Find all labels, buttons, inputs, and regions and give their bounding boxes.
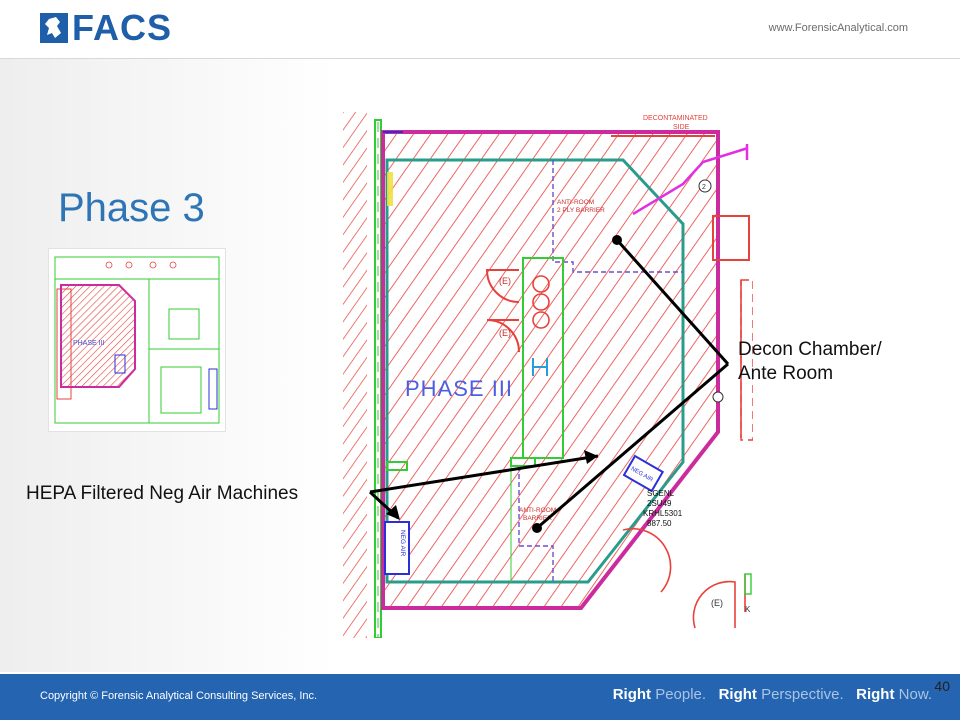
marker-k: K xyxy=(745,605,751,614)
anti-room-lower-label-2: BARRIER xyxy=(523,515,552,522)
exterior-wall-hatch xyxy=(343,112,367,638)
decon-callout-line1: Decon Chamber/ xyxy=(738,339,882,360)
tagline-right-1: Right xyxy=(612,686,652,703)
anti-room-label-1: ANTI-ROOM xyxy=(557,199,594,206)
neg-air-lower-label: NEG AIR xyxy=(399,530,406,557)
tagline-right-2: Right xyxy=(718,686,757,703)
slide-footer: Copyright © Forensic Analytical Consulti… xyxy=(0,674,960,720)
marker-e3: (E) xyxy=(711,598,723,608)
tagline: Right People. Right Perspective. Right N… xyxy=(613,686,932,703)
facs-logo: FACS xyxy=(40,7,173,48)
page-number: 40 xyxy=(934,678,950,694)
anti-room-label-2: 2 PLY BARRIER xyxy=(557,207,605,214)
logo-text: FACS xyxy=(72,7,173,48)
decon-callout-line2: Ante Room xyxy=(738,363,834,384)
slide-title: Phase 3 xyxy=(58,186,205,230)
equipment-tag-3: KRHL5301 xyxy=(643,509,683,518)
hepa-callout: HEPA Filtered Neg Air Machines xyxy=(26,483,299,504)
copyright-text: Copyright © Forensic Analytical Consulti… xyxy=(40,690,318,702)
equipment-tag-4: 887.50 xyxy=(647,519,672,528)
floor-plan-thumbnail: PHASE III xyxy=(48,248,226,432)
facs-logo-icon xyxy=(40,13,68,43)
equipment-tag-1: SGENL xyxy=(647,489,675,498)
floor-plan: (E) (E) PHASE III DECONTAMINATED SIDE AN… xyxy=(343,112,753,638)
marker-e1: (E) xyxy=(499,276,511,286)
decontaminated-label-2: SIDE xyxy=(673,124,690,131)
decontaminated-label-1: DECONTAMINATED xyxy=(643,115,708,122)
neg-air-machine-lower: NEG AIR xyxy=(384,521,410,575)
anti-room-lower-label-1: ANTI-ROOM xyxy=(519,507,556,514)
marker-e2: (E) xyxy=(499,328,511,338)
decon-chamber-callout: Decon Chamber/ Ante Room xyxy=(738,338,882,386)
tagline-people: People. xyxy=(655,686,707,703)
site-url[interactable]: www.ForensicAnalytical.com xyxy=(769,22,908,34)
slide-header: FACS www.ForensicAnalytical.com xyxy=(0,0,960,59)
marker-2: 2 xyxy=(702,184,706,191)
phase-label: PHASE III xyxy=(405,376,513,401)
tagline-now: Now. xyxy=(898,686,932,703)
tagline-right-3: Right xyxy=(856,686,895,703)
thumbnail-phase-label: PHASE III xyxy=(73,340,105,347)
equipment-tag-2: 2SU49 xyxy=(647,499,672,508)
tagline-perspective: Perspective. xyxy=(761,686,844,703)
